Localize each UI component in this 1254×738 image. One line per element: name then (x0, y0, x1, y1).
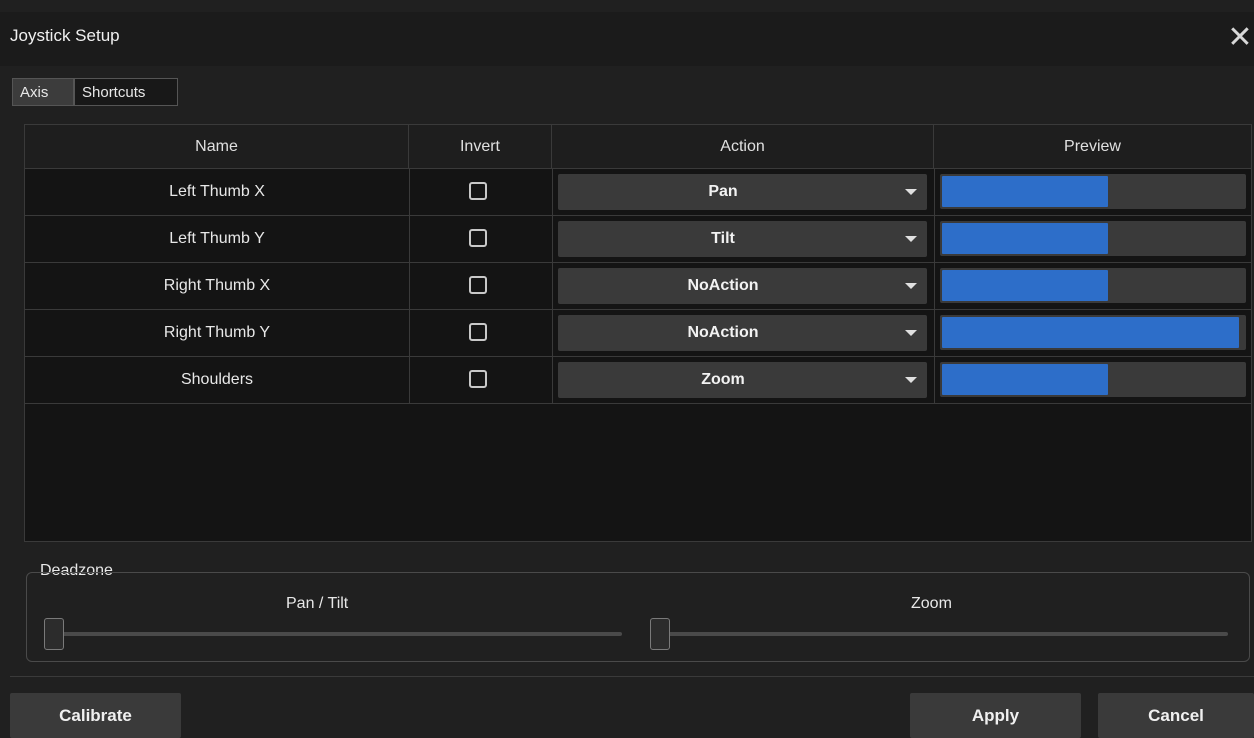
joystick-setup-window: Joystick Setup ✕ Axis Shortcuts Name Inv… (0, 0, 1254, 738)
header-invert: Invert (409, 125, 552, 169)
header-action: Action (552, 125, 934, 169)
zoom-slider-track[interactable] (650, 632, 1228, 636)
title-bar: Joystick Setup ✕ (0, 12, 1254, 66)
preview-bar (940, 315, 1246, 350)
preview-bar (940, 174, 1246, 209)
table-row: Right Thumb Y NoAction (25, 310, 1251, 357)
pan-tilt-slider-track[interactable] (44, 632, 622, 636)
zoom-slider-handle[interactable] (650, 618, 670, 650)
chevron-down-icon (905, 236, 917, 242)
zoom-label: Zoom (911, 595, 952, 612)
preview-bar-fill (942, 176, 1108, 207)
calibrate-button[interactable]: Calibrate (10, 693, 181, 738)
preview-bar (940, 221, 1246, 256)
footer-divider (10, 676, 1254, 677)
table-row: Right Thumb X NoAction (25, 263, 1251, 310)
pan-tilt-slider-handle[interactable] (44, 618, 64, 650)
action-value: Pan (708, 183, 738, 200)
preview-bar (940, 362, 1246, 397)
chevron-down-icon (905, 330, 917, 336)
preview-bar-fill (942, 364, 1108, 395)
action-value: NoAction (687, 277, 759, 294)
apply-button[interactable]: Apply (910, 693, 1081, 738)
table-row: Left Thumb X Pan (25, 169, 1251, 216)
axis-name: Shoulders (180, 371, 254, 388)
action-value: NoAction (687, 324, 759, 341)
action-dropdown[interactable]: Pan (558, 174, 927, 210)
table-header: Name Invert Action Preview (25, 125, 1251, 169)
cancel-button[interactable]: Cancel (1098, 693, 1254, 738)
close-icon[interactable]: ✕ (1226, 18, 1254, 58)
invert-checkbox[interactable] (469, 370, 487, 388)
action-dropdown[interactable]: NoAction (558, 315, 927, 351)
axis-name: Right Thumb Y (163, 324, 271, 341)
deadzone-group (26, 572, 1250, 662)
pan-tilt-label: Pan / Tilt (286, 595, 349, 612)
tab-axis[interactable]: Axis (12, 78, 74, 106)
axis-name: Right Thumb X (163, 277, 271, 294)
header-name: Name (25, 125, 409, 169)
table-row: Left Thumb Y Tilt (25, 216, 1251, 263)
invert-checkbox[interactable] (469, 276, 487, 294)
chevron-down-icon (905, 283, 917, 289)
axis-name: Left Thumb X (169, 183, 265, 200)
chevron-down-icon (905, 189, 917, 195)
action-dropdown[interactable]: Zoom (558, 362, 927, 398)
action-dropdown[interactable]: Tilt (558, 221, 927, 257)
table-row: Shoulders Zoom (25, 357, 1251, 404)
axis-name: Left Thumb Y (169, 230, 265, 247)
invert-checkbox[interactable] (469, 323, 487, 341)
invert-checkbox[interactable] (469, 182, 487, 200)
header-preview: Preview (1064, 138, 1121, 155)
preview-bar-fill (942, 317, 1239, 348)
action-value: Zoom (701, 371, 745, 388)
action-value: Tilt (711, 230, 735, 247)
tab-shortcuts[interactable]: Shortcuts (74, 78, 178, 106)
preview-bar (940, 268, 1246, 303)
window-title: Joystick Setup (10, 26, 120, 45)
axis-table: Name Invert Action Preview Left Thumb X P… (24, 124, 1252, 542)
preview-bar-fill (942, 270, 1108, 301)
action-dropdown[interactable]: NoAction (558, 268, 927, 304)
chevron-down-icon (905, 377, 917, 383)
invert-checkbox[interactable] (469, 229, 487, 247)
preview-bar-fill (942, 223, 1108, 254)
